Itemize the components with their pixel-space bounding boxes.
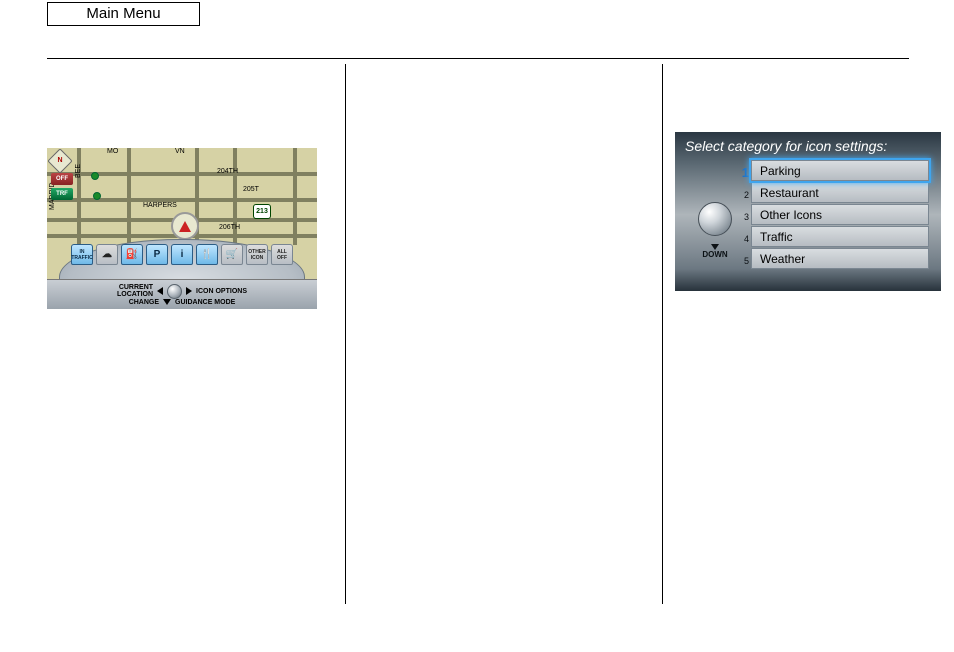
street-label: 204TH <box>217 168 238 175</box>
parking-button[interactable]: P <box>146 244 168 265</box>
list-number: 3 <box>737 206 749 228</box>
page-title: Main Menu <box>47 2 200 26</box>
gas-button[interactable]: ⛽ <box>121 244 143 265</box>
off-badge[interactable]: OFF <box>51 173 73 185</box>
route-shield: 213 <box>253 204 271 219</box>
street-label: MO <box>107 148 118 155</box>
street-label: 205T <box>243 186 259 193</box>
selector-knob-icon[interactable] <box>698 202 732 236</box>
list-number: 5 <box>737 250 749 272</box>
list-number: 4 <box>737 228 749 250</box>
category-item-restaurant[interactable]: Restaurant <box>751 182 929 203</box>
street-label: HARPERS <box>143 202 177 209</box>
poi-dot-icon <box>91 172 99 180</box>
poi-dot-icon <box>93 192 101 200</box>
street-label: 206TH <box>219 224 240 231</box>
number-column: 1 2 3 4 5 <box>737 162 749 272</box>
guidance-mode-label: GUIDANCE MODE <box>175 299 235 306</box>
other-icon-button[interactable]: OTHER ICON <box>246 244 268 265</box>
category-item-other-icons[interactable]: Other Icons <box>751 204 929 225</box>
right-arrow-icon[interactable] <box>186 287 192 295</box>
current-location-label: CURRENT LOCATION <box>117 284 153 298</box>
traffic-badge[interactable]: TRF <box>51 188 73 200</box>
category-header: Select category for icon settings: <box>685 138 887 154</box>
down-arrow-icon[interactable] <box>163 299 171 305</box>
restaurant-button[interactable]: 🍴 <box>196 244 218 265</box>
down-label: DOWN <box>702 250 727 259</box>
all-off-button[interactable]: ALL OFF <box>271 244 293 265</box>
category-item-parking[interactable]: Parking <box>751 160 929 181</box>
in-traffic-button[interactable]: IN TRAFFIC <box>71 244 93 265</box>
shopping-button[interactable]: 🛒 <box>221 244 243 265</box>
compass-icon[interactable]: N <box>47 148 72 173</box>
change-label: CHANGE <box>129 299 159 306</box>
map-screenshot: HARPERS 204TH 205T 206TH MADRID BEE MO V… <box>47 148 317 309</box>
street-label: VN <box>175 148 185 155</box>
header-divider <box>47 58 909 59</box>
vehicle-position-icon <box>171 212 199 240</box>
left-arrow-icon[interactable] <box>157 287 163 295</box>
category-item-weather[interactable]: Weather <box>751 248 929 269</box>
category-item-traffic[interactable]: Traffic <box>751 226 929 247</box>
list-number: 2 <box>737 184 749 206</box>
list-number: 1 <box>737 162 749 184</box>
info-button[interactable]: i <box>171 244 193 265</box>
icon-options-label: ICON OPTIONS <box>196 288 247 295</box>
weather-button[interactable]: ☁ <box>96 244 118 265</box>
control-strip: CURRENT LOCATION ICON OPTIONS CHANGE GUI… <box>47 279 317 309</box>
compass-letter: N <box>52 153 68 169</box>
category-screenshot: Select category for icon settings: DOWN … <box>675 132 941 291</box>
joystick-icon[interactable] <box>167 284 182 299</box>
street-label: BEE <box>75 164 82 178</box>
